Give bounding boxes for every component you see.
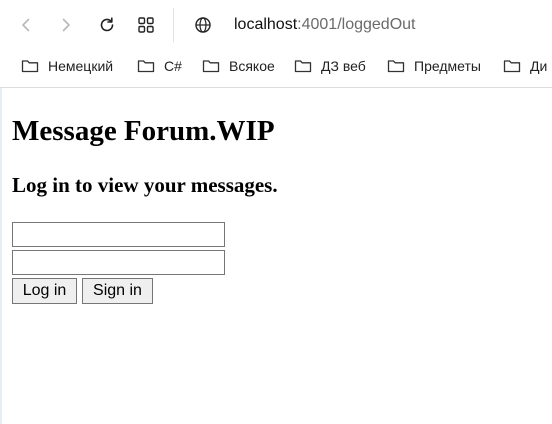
folder-icon — [503, 60, 521, 73]
bookmark-folder[interactable]: Ди — [503, 52, 547, 80]
bookmark-folder[interactable]: Всякое — [202, 52, 275, 80]
folder-icon — [202, 60, 220, 73]
bookmark-folder[interactable]: Немецкий — [21, 52, 113, 80]
bookmark-label: ДЗ веб — [321, 58, 366, 74]
page-content: Message Forum.WIP Log in to view your me… — [0, 88, 552, 424]
browser-chrome: localhost:4001/loggedOut Немецкий C# Вся… — [0, 0, 552, 88]
toolbar-divider — [173, 8, 174, 42]
site-info-button[interactable] — [191, 13, 215, 37]
signin-button[interactable]: Sign in — [82, 278, 153, 304]
forward-arrow-icon — [62, 18, 70, 32]
back-button[interactable] — [14, 13, 38, 37]
reload-icon — [100, 17, 114, 32]
forward-button[interactable] — [54, 13, 78, 37]
bookmark-label: Ди — [530, 58, 548, 74]
bookmarks-bar: Немецкий C# Всякое ДЗ веб Предметы Ди — [0, 52, 552, 80]
page-edge — [0, 88, 2, 424]
folder-icon — [387, 60, 405, 73]
folder-icon — [21, 60, 39, 73]
bookmark-folder[interactable]: ДЗ веб — [294, 52, 366, 80]
username-input[interactable] — [12, 222, 225, 247]
page-subtitle: Log in to view your messages. — [12, 173, 278, 197]
address-bar[interactable]: localhost:4001/loggedOut — [234, 15, 415, 35]
globe-icon — [195, 17, 211, 33]
login-button[interactable]: Log in — [12, 278, 77, 304]
bookmark-label: Всякое — [229, 58, 275, 74]
browser-toolbar: localhost:4001/loggedOut — [0, 0, 552, 50]
tab-grid-icon — [138, 17, 154, 33]
folder-icon — [294, 60, 312, 73]
bookmark-folder[interactable]: Предметы — [387, 52, 481, 80]
reload-button[interactable] — [95, 13, 119, 37]
password-input[interactable] — [12, 250, 225, 275]
back-arrow-icon — [22, 18, 30, 32]
bookmark-label: C# — [164, 58, 182, 74]
bookmark-label: Предметы — [414, 58, 481, 74]
address-host: localhost — [234, 16, 298, 33]
bookmark-folder[interactable]: C# — [137, 52, 182, 80]
tabs-button[interactable] — [134, 13, 158, 37]
address-path: :4001/loggedOut — [297, 16, 416, 33]
bookmark-label: Немецкий — [48, 58, 114, 74]
folder-icon — [137, 60, 155, 73]
page-title: Message Forum.WIP — [12, 115, 275, 147]
